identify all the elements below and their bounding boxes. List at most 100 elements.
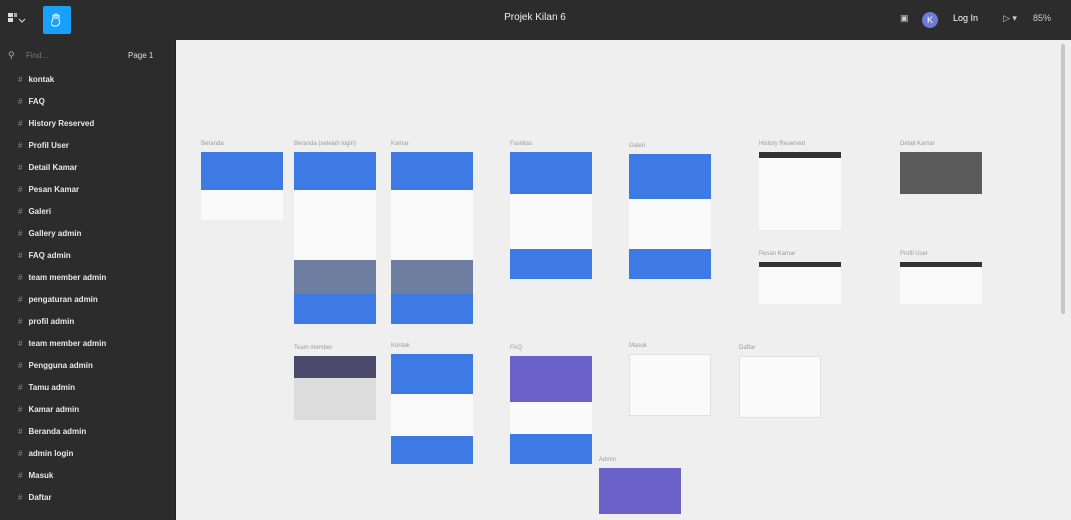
layer-item[interactable]: # admin login [18,449,73,463]
canvas-scrollbar[interactable] [1061,44,1065,314]
frame-pesan-kamar[interactable]: Pesan Kamar [759,251,841,304]
layer-label: Kamar admin [28,405,80,414]
hero-block [294,356,376,378]
layer-item[interactable]: # profil admin [18,317,74,331]
footer-block [391,436,473,464]
frame-icon: # [18,383,23,392]
layer-item[interactable]: # Galeri [18,207,51,221]
layer-label: team member admin [28,273,107,282]
frame-daftar[interactable]: Daftar [739,345,821,418]
frame-label: Masuk [629,343,647,349]
content-block [900,152,982,194]
layer-item[interactable]: # Pesan Kamar [18,185,79,199]
layer-label: admin login [28,449,74,458]
share-icon[interactable]: ▣ [900,13,909,24]
hand-icon [51,13,61,27]
layer-label: Detail Kamar [28,163,78,172]
frame-label: Pesan Kamar [759,251,796,257]
frame-fasilitas[interactable]: Fasilitas [510,141,592,279]
content-block [900,267,982,304]
move-tool-button[interactable] [43,6,71,34]
content-block [294,378,376,420]
layer-label: Galeri [28,207,52,216]
frame-icon: # [18,273,23,282]
zoom-selector[interactable]: 85% [1033,13,1051,23]
layer-item[interactable]: # Pengguna admin [18,361,93,375]
footer-block [629,249,711,279]
frame-icon: # [18,295,23,304]
layer-item[interactable]: # team member admin [18,273,106,287]
hero-block [201,152,283,190]
frame-label: Fasilitas [510,141,533,147]
search-input[interactable]: Find... [26,51,48,60]
layer-item[interactable]: # Kamar admin [18,405,79,419]
hero-block [391,354,473,394]
layer-label: FAQ [28,97,45,106]
frame-label: Daftar [739,345,756,351]
layer-item[interactable]: # Profil User [18,141,69,155]
frame-faq[interactable]: FAQ [510,345,592,464]
frame-label: Kamar [391,141,409,147]
main-menu-button[interactable] [6,11,36,29]
frame-icon: # [18,339,23,348]
frame-team-member[interactable]: Team member [294,345,376,420]
layer-item[interactable]: # pengaturan admin [18,295,98,309]
frame-icon: # [18,493,23,502]
present-button[interactable]: ▷ ▾ [1003,13,1017,24]
frame-label: FAQ [510,345,523,351]
frame-beranda-login[interactable]: Beranda (setelah login) [294,141,376,324]
layer-item[interactable]: # Masuk [18,471,53,485]
file-title[interactable]: Projek Kilan 6 [435,12,635,23]
frame-icon: # [18,207,23,216]
toolbar: Projek Kilan 6 ▣ K Log In ▷ ▾ 85% [0,0,1071,40]
frame-icon: # [18,97,23,106]
content-block [759,158,841,230]
frame-detail-kamar[interactable]: Detail Kamar [900,141,982,194]
page-selector[interactable]: Page 1 [128,51,153,60]
layer-label: Tamu admin [28,383,75,392]
layer-label: Gallery admin [28,229,82,238]
avatar[interactable]: K [922,12,938,28]
layers-panel: ⚲ Find... Page 1 # kontak # FAQ # History Res… [0,40,176,520]
layer-item[interactable]: # Gallery admin [18,229,81,243]
layer-item[interactable]: # FAQ admin [18,251,71,265]
frame-label: Detail Kamar [900,141,935,147]
layer-item[interactable]: # Tamu admin [18,383,75,397]
layer-label: Daftar [28,493,52,502]
layer-item[interactable]: # Beranda admin [18,427,86,441]
frame-kontak[interactable]: Kontak [391,343,473,464]
layer-label: Pesan Kamar [28,185,80,194]
layer-label: History Reserved [28,119,95,128]
footer-block [294,294,376,324]
frame-masuk[interactable]: Masuk [629,343,711,416]
layer-item[interactable]: # kontak [18,75,54,89]
layer-label: kontak [28,75,55,84]
frame-label: Profil User [900,251,929,257]
frame-galeri[interactable]: Galeri [629,143,711,279]
frame-history[interactable]: History Reserved [759,141,841,230]
layer-item[interactable]: # team member admin [18,339,106,353]
frame-profil-user[interactable]: Profil User [900,251,982,304]
frame-admin[interactable]: Admin [599,457,681,514]
content-block [759,267,841,304]
layer-item[interactable]: # Daftar [18,493,52,507]
frame-beranda[interactable]: Beranda [201,141,283,220]
hero-block [391,152,473,190]
layer-item[interactable]: # Detail Kamar [18,163,77,177]
layer-item[interactable]: # FAQ [18,97,45,111]
login-button[interactable]: Log In [953,13,978,23]
frame-icon: # [18,163,23,172]
frame-label: Team member [294,345,333,351]
layer-label: Profil User [28,141,69,150]
figma-menu-icon [8,13,26,23]
layer-label: Pengguna admin [28,361,93,370]
canvas[interactable]: Beranda Beranda (setelah login) Kamar Fa… [176,40,1071,520]
content-block [294,190,376,260]
hero-block [294,152,376,190]
frame-kamar[interactable]: Kamar [391,141,473,324]
search-icon: ⚲ [8,50,15,60]
frame-label: History Reserved [759,141,806,147]
content-block [629,199,711,249]
layer-search[interactable]: ⚲ Find... Page 1 [8,50,168,64]
layer-item[interactable]: # History Reserved [18,119,94,133]
